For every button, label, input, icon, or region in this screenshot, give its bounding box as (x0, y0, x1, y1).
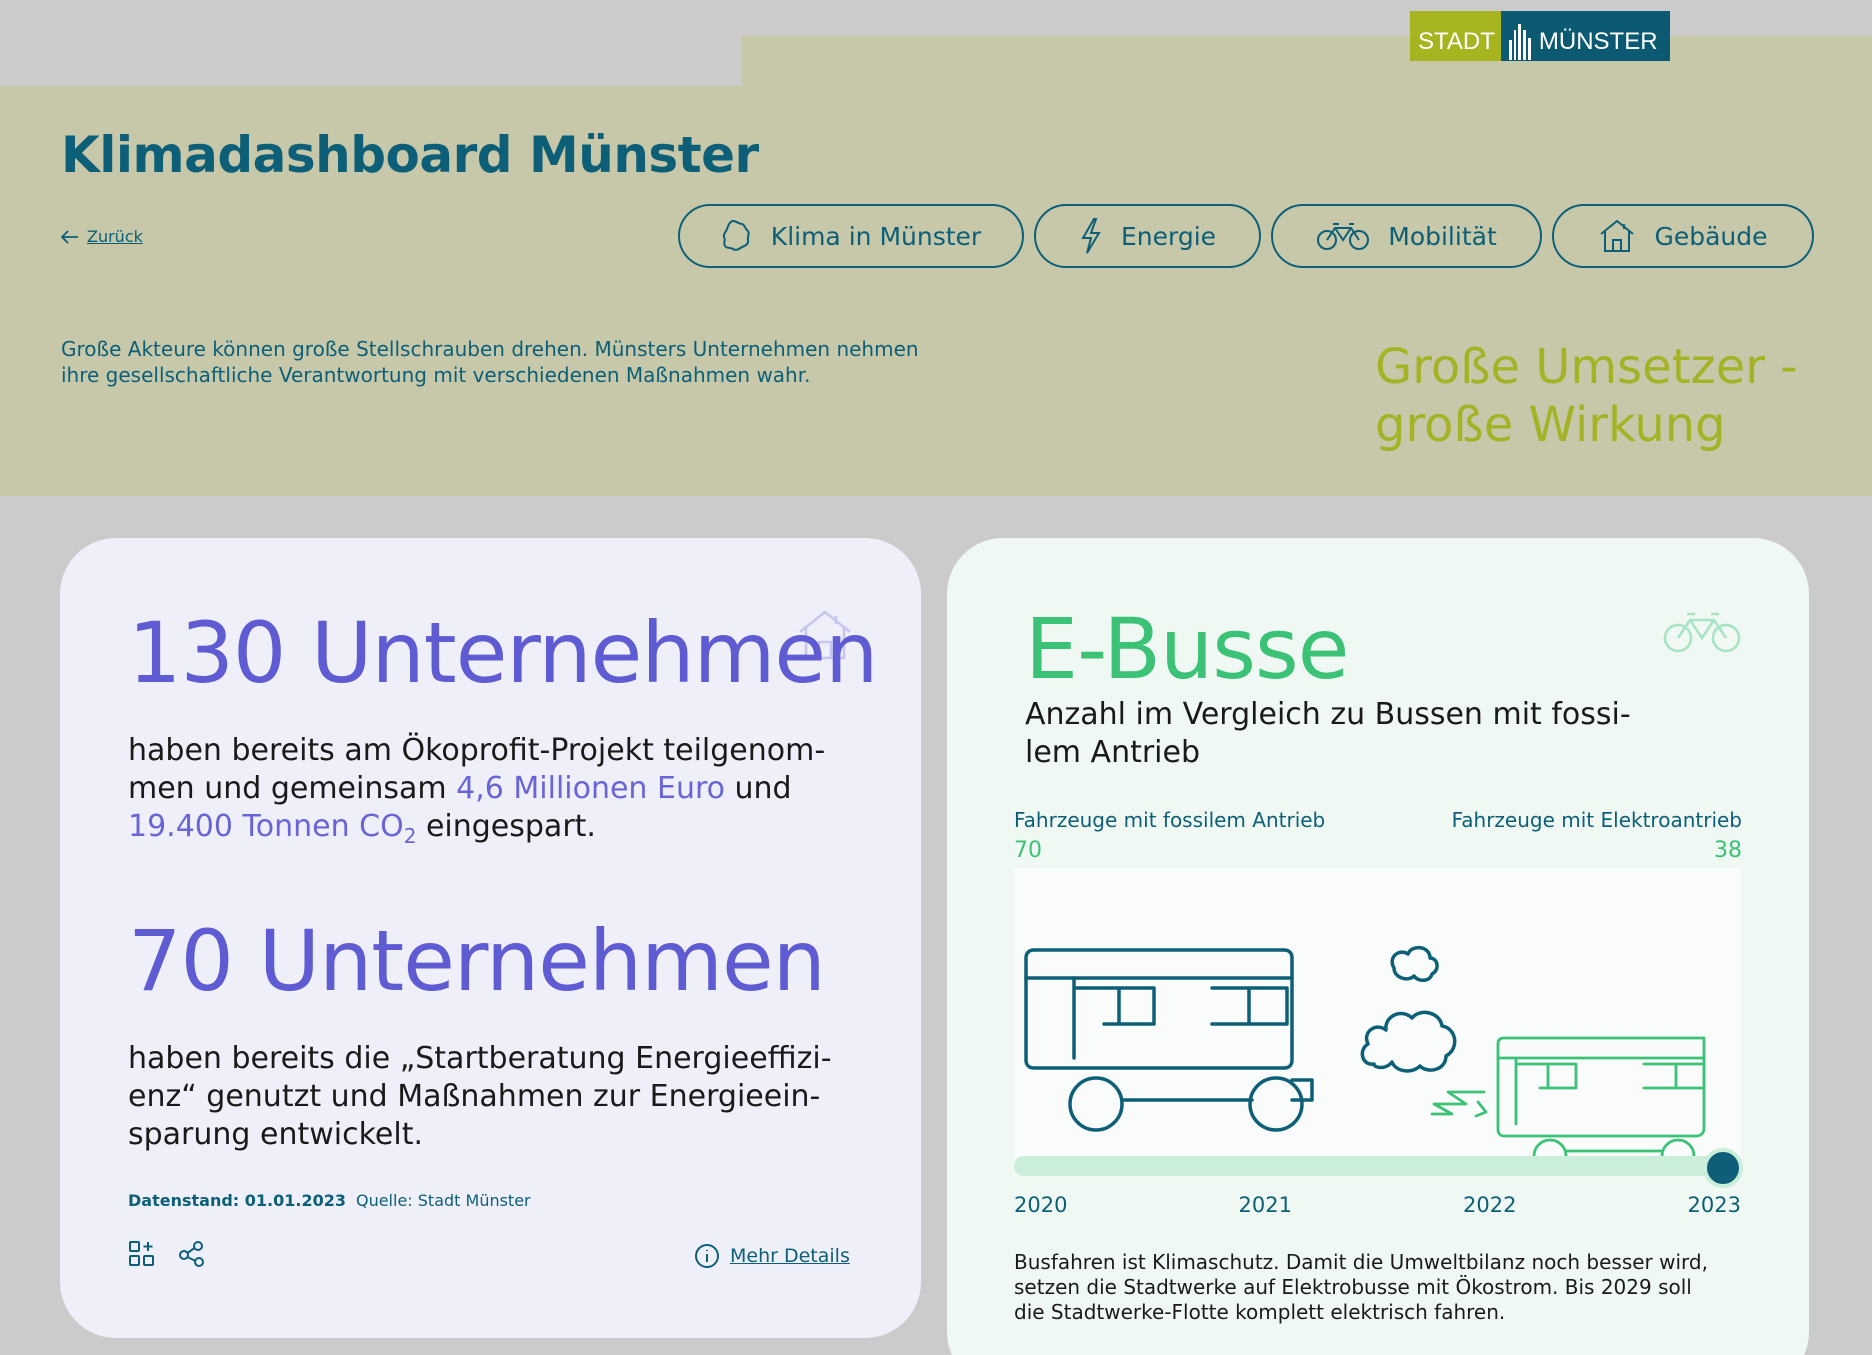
logo-left-text: STADT (1410, 11, 1501, 61)
nav-mobilitaet-button[interactable]: Mobilität (1271, 204, 1542, 268)
page-title: Klimadashboard Münster (61, 126, 759, 184)
oekoprofit-line-1: haben bereits am Ökoprofit-Projekt teilg… (128, 733, 826, 768)
ebus-card: E-Busse Anzahl im Vergleich zu Bussen mi… (947, 538, 1809, 1355)
back-link-label: Zurück (87, 227, 143, 246)
meta-info: Datenstand: 01.01.2023 Quelle: Stadt Mün… (128, 1191, 531, 1210)
data-source: Quelle: Stadt Münster (355, 1191, 531, 1210)
back-link[interactable]: Zurück (61, 227, 143, 246)
more-details-label: Mehr Details (730, 1245, 850, 1267)
more-details-link[interactable]: Mehr Details (694, 1243, 850, 1269)
year-slider-handle[interactable] (1703, 1148, 1743, 1188)
legend-fossil-label: Fahrzeuge mit fossilem Antrieb (1014, 808, 1326, 832)
year-label[interactable]: 2022 (1463, 1193, 1516, 1217)
map-icon (722, 219, 750, 251)
house-icon (1600, 219, 1635, 252)
exhaust-cloud-icon (1360, 945, 1457, 1073)
bus-illustration (1014, 868, 1741, 1174)
bicycle-icon (1663, 612, 1741, 653)
nav-mobilitaet-label: Mobilität (1388, 221, 1497, 251)
year-slider[interactable] (1014, 1156, 1741, 1176)
arrow-left-icon (61, 229, 78, 244)
year-label[interactable]: 2021 (1239, 1193, 1292, 1217)
logo-right-text: MÜNSTER (1538, 28, 1658, 55)
nav-energie-label: Energie (1120, 221, 1217, 251)
slogan-line-1: Große Umsetzer - (1375, 339, 1798, 395)
electric-bus-icon (1430, 1036, 1706, 1174)
share-icon[interactable] (178, 1240, 206, 1268)
legend-fossil: Fahrzeuge mit fossilem Antrieb 70 (1014, 808, 1325, 863)
nav-klima-label: Klima in Münster (770, 221, 982, 251)
oekoprofit-line-2: men und gemeinsam 4,6 Millionen Euro und (128, 771, 792, 806)
nav-gebaeude-button[interactable]: Gebäude (1552, 204, 1814, 268)
nav-klima-button[interactable]: Klima in Münster (678, 204, 1024, 268)
add-widget-icon[interactable] (128, 1240, 156, 1268)
legend-electric-value: 38 (1714, 838, 1742, 863)
year-axis: 2020 2021 2022 2023 (1014, 1193, 1741, 1217)
logo-mark-icon (1508, 24, 1531, 60)
stat-oekoprofit: 130 Unternehmen (128, 604, 878, 702)
saved-co2: 19.400 Tonnen CO (128, 809, 404, 844)
nav-gebaeude-label: Gebäude (1654, 221, 1768, 251)
topic-nav: Klima in Münster Energie Mobilität Gebäu… (678, 204, 1814, 268)
fossil-bus-icon (1024, 948, 1314, 1132)
lightning-icon (1081, 218, 1101, 254)
slogan: Große Umsetzer - große Wirkung (1375, 338, 1798, 454)
card-actions (128, 1240, 206, 1268)
bicycle-icon (1317, 223, 1370, 250)
intro-text: Große Akteure können große Stellschraube… (61, 337, 919, 387)
companies-card: 130 Unternehmen haben bereits am Ökoprof… (60, 538, 921, 1338)
year-label[interactable]: 2020 (1014, 1193, 1067, 1217)
saved-euro: 4,6 Millionen Euro (456, 771, 725, 806)
legend-electric: Fahrzeuge mit Elektroantrieb 38 (1452, 808, 1742, 863)
stat-startberatung: 70 Unternehmen (128, 912, 826, 1010)
legend-fossil-value: 70 (1014, 838, 1042, 863)
slogan-line-2: große Wirkung (1375, 397, 1726, 453)
legend-electric-label: Fahrzeuge mit Elektroantrieb (1451, 808, 1742, 832)
header-notch (0, 0, 742, 86)
startberatung-text: haben bereits die „Startberatung Energie… (128, 1041, 832, 1152)
data-date: Datenstand: 01.01.2023 (128, 1191, 346, 1210)
bus-description: Busfahren ist Klimaschutz. Damit die Umw… (1014, 1250, 1708, 1324)
logo-right: MÜNSTER (1500, 11, 1670, 61)
oekoprofit-text: haben bereits am Ökoprofit-Projekt teilg… (128, 732, 888, 855)
oekoprofit-line-3: 19.400 Tonnen CO2 eingespart. (128, 809, 596, 848)
ebus-title: E-Busse (1025, 600, 1349, 698)
stadt-muenster-logo[interactable]: STADT MÜNSTER (1410, 11, 1670, 61)
nav-energie-button[interactable]: Energie (1034, 204, 1261, 268)
info-icon (695, 1244, 719, 1268)
ebus-subtitle: Anzahl im Vergleich zu Bussen mit fossi-… (1025, 697, 1631, 770)
year-label[interactable]: 2023 (1688, 1193, 1741, 1217)
